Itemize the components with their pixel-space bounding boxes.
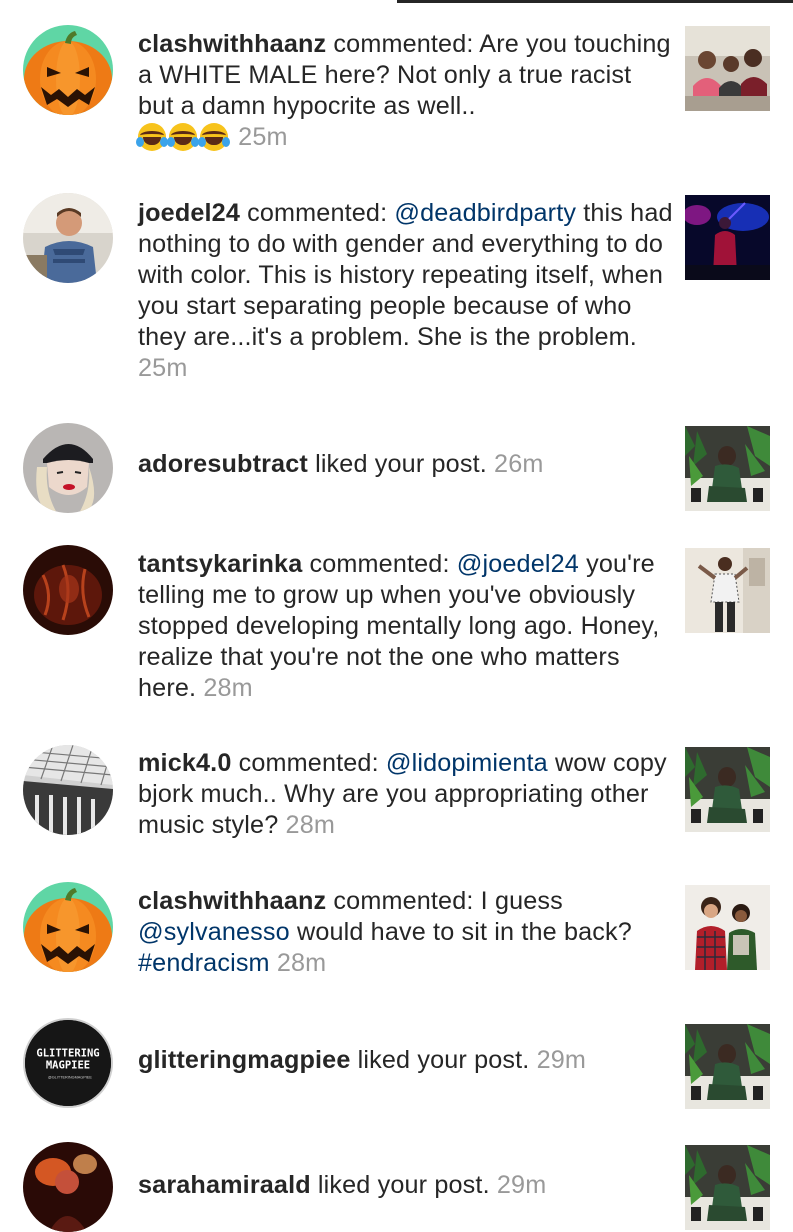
concert-photo-thumbnail[interactable] xyxy=(685,195,770,280)
group-photo-thumbnail[interactable] xyxy=(685,26,770,111)
two-people-thumbnail[interactable] xyxy=(685,885,770,970)
standing-person-thumbnail[interactable] xyxy=(685,548,770,633)
mention-link[interactable]: @lidopimienta xyxy=(386,749,548,777)
timestamp: 25m xyxy=(238,123,288,151)
like-text: liked your post. xyxy=(307,450,487,478)
timestamp: 28m xyxy=(285,811,335,839)
notification-text: tantsykarinka commented: @joedel24 you'r… xyxy=(138,549,673,704)
mention-link[interactable]: @sylvanesso xyxy=(138,918,290,946)
username-link[interactable]: glitteringmagpiee xyxy=(138,1046,350,1074)
notification-text: clashwithhaanz commented: I guess @sylva… xyxy=(138,886,673,979)
notification-text: joedel24 commented: @deadbirdparty this … xyxy=(138,198,673,384)
username-link[interactable]: adoresubtract xyxy=(138,450,308,478)
concert-avatar[interactable] xyxy=(23,1142,113,1232)
dark-red-avatar[interactable] xyxy=(23,545,113,635)
plants-photo-thumbnail[interactable] xyxy=(685,1024,770,1109)
plants-photo-thumbnail[interactable] xyxy=(685,426,770,511)
comment-prefix: commented: xyxy=(240,199,395,227)
woman-beanie-avatar[interactable] xyxy=(23,423,113,513)
logo-text-line-1: GLITTERING xyxy=(36,1047,99,1059)
timestamp: 25m xyxy=(138,354,188,382)
face-with-tears-of-joy-icon xyxy=(167,123,199,151)
username-link[interactable]: tantsykarinka xyxy=(138,550,302,578)
notification-text: sarahamiraald liked your post. 29m xyxy=(138,1170,673,1201)
mention-link[interactable]: @deadbirdparty xyxy=(394,199,576,227)
timestamp: 29m xyxy=(496,1171,547,1199)
active-tab-indicator xyxy=(397,0,793,3)
timestamp: 28m xyxy=(276,949,327,977)
username-link[interactable]: clashwithhaanz xyxy=(138,887,326,915)
timestamp: 26m xyxy=(494,450,544,478)
timestamp: 29m xyxy=(536,1046,587,1074)
comment-prefix: commented: xyxy=(231,749,386,777)
pumpkin-avatar[interactable] xyxy=(23,882,113,972)
logo-handle-text: @GLITTERINGMAGPIEE xyxy=(48,1075,93,1079)
comment-text: would have to sit in the back? xyxy=(289,918,632,946)
pumpkin-avatar[interactable] xyxy=(23,25,113,115)
comment-prefix: commented: xyxy=(302,550,457,578)
plants-photo-thumbnail[interactable] xyxy=(685,1145,770,1230)
username-link[interactable]: joedel24 xyxy=(138,199,240,227)
face-with-tears-of-joy-icon xyxy=(198,123,230,151)
logo-text-line-2: MAGPIEE xyxy=(46,1060,90,1072)
plants-photo-thumbnail[interactable] xyxy=(685,747,770,832)
like-text: liked your post. xyxy=(310,1171,490,1199)
username-link[interactable]: mick4.0 xyxy=(138,749,231,777)
like-text: liked your post. xyxy=(350,1046,530,1074)
notification-text: clashwithhaanz commented: Are you touchi… xyxy=(136,29,673,153)
comment-prefix: commented: I guess xyxy=(326,887,563,915)
notification-text: adoresubtract liked your post. 26m xyxy=(138,449,673,480)
logo-avatar[interactable]: GLITTERING MAGPIEE @GLITTERINGMAGPIEE xyxy=(23,1018,113,1108)
mention-link[interactable]: @joedel24 xyxy=(457,550,579,578)
hashtag-link[interactable]: #endracism xyxy=(138,949,270,977)
face-with-tears-of-joy-icon xyxy=(136,123,168,151)
building-avatar[interactable] xyxy=(23,745,113,835)
username-link[interactable]: clashwithhaanz xyxy=(138,30,326,58)
timestamp: 28m xyxy=(203,674,253,702)
man-photo-avatar[interactable] xyxy=(23,193,113,283)
notification-text: glitteringmagpiee liked your post. 29m xyxy=(138,1045,673,1076)
notification-text: mick4.0 commented: @lidopimienta wow cop… xyxy=(138,748,673,841)
username-link[interactable]: sarahamiraald xyxy=(138,1171,311,1199)
